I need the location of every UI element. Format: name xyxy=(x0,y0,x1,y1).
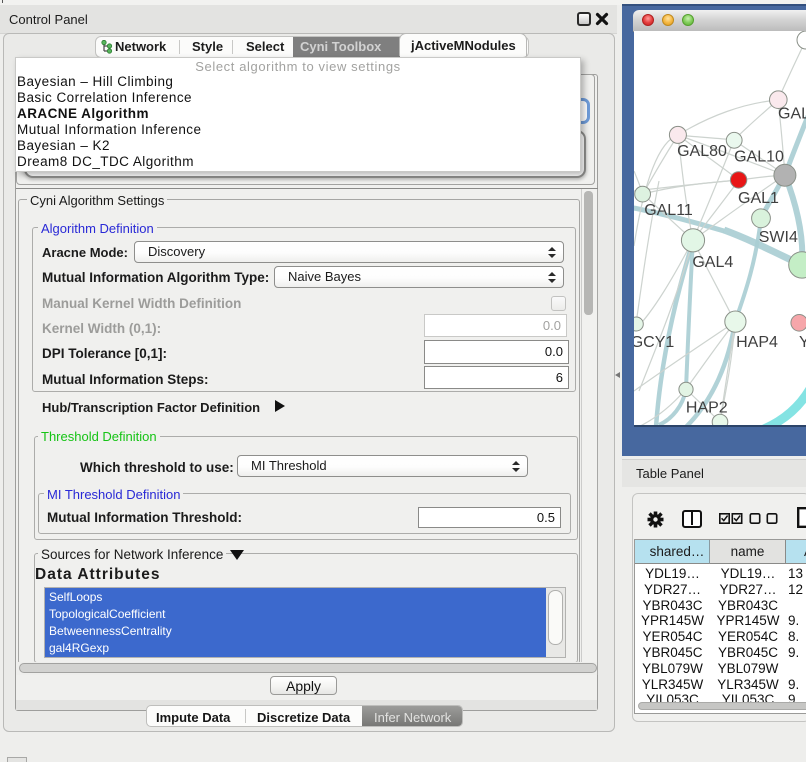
svg-text:GCY1: GCY1 xyxy=(634,334,674,351)
svg-text:SWI4: SWI4 xyxy=(759,229,798,246)
svg-text:GAL2: GAL2 xyxy=(778,106,806,123)
svg-text:GAL11: GAL11 xyxy=(644,202,693,219)
svg-text:GAL1: GAL1 xyxy=(738,190,779,207)
svg-text:HAP4: HAP4 xyxy=(736,334,778,351)
svg-text:GAL4: GAL4 xyxy=(692,254,733,271)
svg-text:GAL10: GAL10 xyxy=(734,149,784,166)
svg-text:HAP2: HAP2 xyxy=(686,400,728,417)
svg-text:GAL80: GAL80 xyxy=(677,143,727,160)
svg-text:Y: Y xyxy=(799,334,806,351)
